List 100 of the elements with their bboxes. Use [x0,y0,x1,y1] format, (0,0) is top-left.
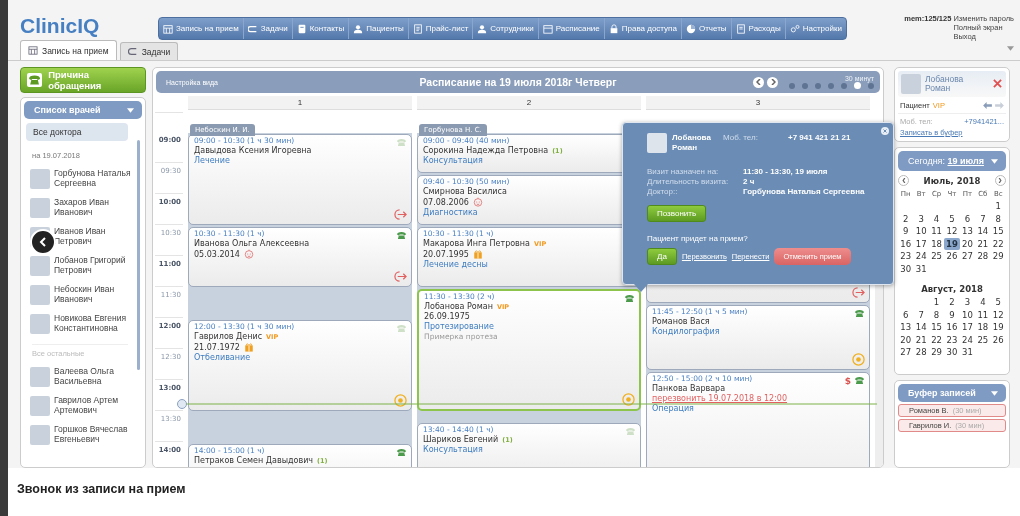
calendar-day[interactable]: 26 [990,333,1006,346]
doctor-name[interactable]: Захаров Иван Иванович [54,197,142,218]
calendar-day[interactable]: 7 [913,308,929,321]
doctor-name[interactable]: Небоскин Иван Иванович [54,284,142,305]
calendar-day[interactable]: 25 [975,333,991,346]
calendar-day[interactable]: 15 [928,321,945,334]
doctor-name[interactable]: Валеева Ольга Васильевна [54,366,142,387]
menu-item[interactable]: Контакты [292,18,350,39]
menu-item[interactable]: Настройки [785,18,846,39]
phone-icon[interactable] [624,294,635,303]
calendar-day[interactable]: 28 [975,250,991,263]
all-doctors-item[interactable]: Все доктора [26,123,128,141]
calendar-day[interactable]: 6 [898,308,914,321]
calendar-day[interactable]: 10 [913,225,929,238]
calendar-day[interactable]: 9 [944,308,960,321]
scrollbar[interactable] [137,140,140,370]
calendar-day[interactable]: 3 [913,212,929,225]
calendar-day[interactable]: 25 [928,250,945,263]
phone-icon[interactable] [854,376,865,386]
calendar-day[interactable]: 26 [944,250,960,263]
calendar-day[interactable]: 16 [944,321,960,334]
calendar-day[interactable]: 5 [990,296,1006,309]
previous-day-button[interactable] [753,76,764,88]
calendar-day[interactable]: 31 [959,346,976,359]
doctor-name[interactable]: Иванов Иван Петрович [54,226,142,247]
calendar-day[interactable]: 31 [913,262,929,275]
phone-icon[interactable] [396,448,407,457]
calendar-day[interactable]: 18 [928,237,945,250]
scale-step[interactable] [828,82,834,89]
calendar-day[interactable]: 30 [944,346,960,359]
calendar-day[interactable]: 8 [990,212,1006,225]
calendar-day[interactable]: 1 [990,200,1006,213]
calendar-day[interactable]: 2 [898,212,914,225]
menu-item[interactable]: Задачи [243,18,293,39]
calendar-day[interactable]: 28 [913,346,929,359]
calendar-day[interactable]: 22 [990,237,1006,250]
calendar-day[interactable]: 19 [990,321,1006,334]
calendar-day[interactable]: 24 [959,333,976,346]
calendar-day[interactable]: 10 [959,308,976,321]
calendar-day[interactable]: 27 [959,250,976,263]
calendar-day[interactable]: 6 [959,212,976,225]
calendar-day[interactable]: 5 [944,212,960,225]
doctor-name[interactable]: Гаврилов Артем Артемович [54,395,142,416]
menu-item[interactable]: Сотрудники [473,18,539,39]
next-day-button[interactable] [767,76,778,88]
calendar-day[interactable]: 23 [898,250,914,263]
phone-icon[interactable] [396,231,407,240]
calendar-day[interactable]: 21 [913,333,929,346]
calendar-day[interactable]: 30 [898,262,914,275]
menu-item[interactable]: Права доступа [604,18,682,39]
calendar-day[interactable]: 21 [975,237,991,250]
doctor-name[interactable]: Горшков Вячеслав Евгеньевич [54,424,142,445]
close-icon[interactable] [881,127,889,135]
tab[interactable]: Запись на прием [20,40,117,60]
calendar-day[interactable]: 22 [928,333,945,346]
calendar-day[interactable]: 17 [959,321,976,334]
calendar-day[interactable]: 17 [913,237,929,250]
calendar-day[interactable]: 15 [990,225,1006,238]
calendar-day[interactable]: 19 [944,237,960,250]
scale-step[interactable] [802,82,808,89]
close-icon[interactable] [993,79,1002,88]
scale-step[interactable] [815,82,821,89]
scale-step[interactable] [854,82,861,89]
calendar-day[interactable]: 13 [959,225,976,238]
calendar-day[interactable]: 14 [975,225,991,238]
calendar-day[interactable]: 20 [898,333,914,346]
callback-link[interactable]: перезвонить 19.07.2018 в 12:00 [652,393,788,403]
calendar-day[interactable]: 9 [898,225,914,238]
menu-item[interactable]: Расходы [731,18,786,39]
calendar-day[interactable]: 11 [928,225,945,238]
menu-item[interactable]: Прайс-лист [408,18,474,39]
calendar-day[interactable]: 8 [928,308,945,321]
menu-item[interactable]: Расписание [538,18,605,39]
calendar-day[interactable]: 4 [928,212,945,225]
doctor-name[interactable]: Горбунова Наталья Сергеевна [54,168,142,189]
doctor-name[interactable]: Новикова Евгения Константиновна [54,313,142,334]
calendar-day[interactable]: 12 [944,225,960,238]
scale-step[interactable] [789,82,795,89]
menu-item[interactable]: Запись на прием [159,18,244,39]
calendar-day[interactable]: 1 [928,296,945,309]
left-arrow-icon[interactable] [983,102,992,109]
calendar-day[interactable]: 14 [913,321,929,334]
calendar-day[interactable]: 13 [898,321,914,334]
calendar-day[interactable]: 16 [898,237,914,250]
doctor-name[interactable]: Лобанов Григорий Петрович [54,255,142,276]
calendar-day[interactable]: 27 [898,346,914,359]
phone-icon[interactable] [854,308,865,318]
calendar-day[interactable]: 12 [990,308,1006,321]
scale-step[interactable] [868,82,874,89]
calendar-day[interactable]: 3 [959,296,976,309]
calendar-day[interactable]: 4 [975,296,991,309]
calendar-day[interactable]: 11 [975,308,991,321]
calendar-day[interactable]: 29 [990,250,1006,263]
calendar-day[interactable]: 20 [959,237,976,250]
tab[interactable]: Задачи [119,42,179,60]
calendar-day[interactable]: 29 [928,346,945,359]
scale-step[interactable] [841,82,847,89]
calendar-day[interactable]: 2 [944,296,960,309]
calendar-day[interactable]: 7 [975,212,991,225]
calendar-day[interactable]: 18 [975,321,991,334]
